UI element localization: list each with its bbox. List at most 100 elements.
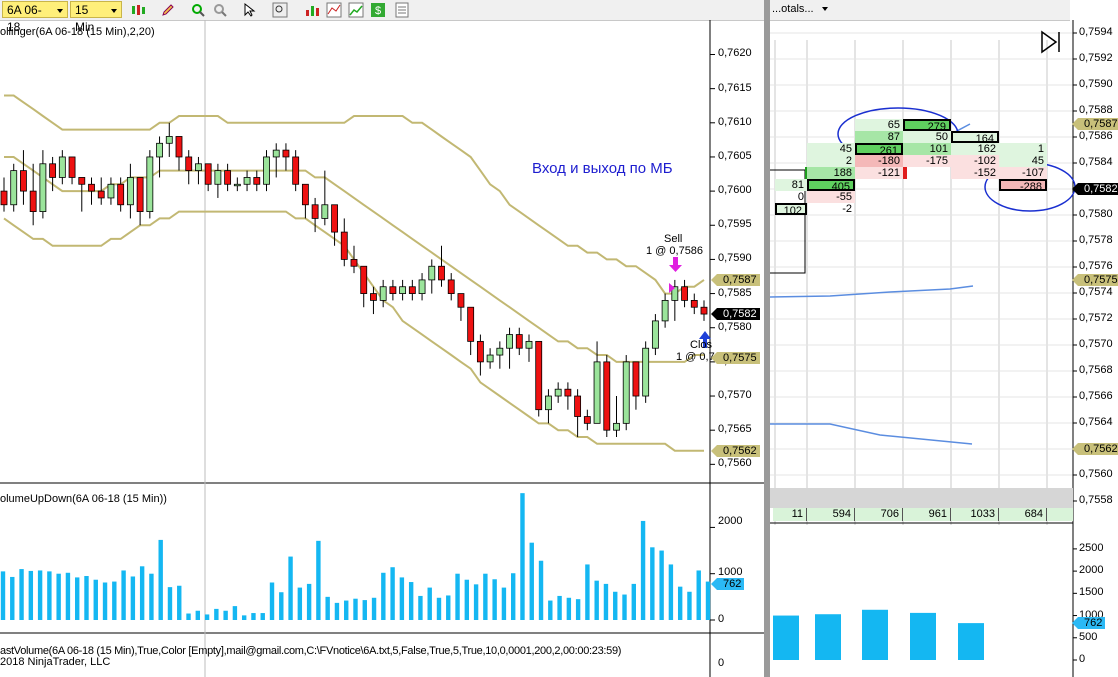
volume-bar — [446, 595, 451, 620]
ladder-axis-label: 0,7592 — [1079, 52, 1113, 64]
ladder-volume-bar — [958, 623, 984, 660]
dollar-icon[interactable]: $ — [370, 2, 386, 18]
candle-body — [224, 170, 232, 185]
candle-body — [117, 183, 125, 206]
volume-bar — [594, 580, 599, 620]
volume-bar — [0, 571, 6, 620]
ladder-cell: 2 — [807, 155, 855, 167]
volume-bar — [613, 591, 618, 620]
candle-body — [681, 286, 688, 301]
volume-bar — [47, 571, 52, 620]
ladder-axis-label: 0,7564 — [1079, 416, 1113, 428]
ladder-axis-label: 0,7560 — [1079, 468, 1113, 480]
ladder-axis-label: 0,7594 — [1079, 26, 1113, 38]
ladder-axis-label: 0,7580 — [1079, 208, 1113, 220]
bar-style-icon[interactable] — [130, 2, 146, 18]
volume-bar — [158, 539, 163, 620]
candle-body — [399, 286, 407, 294]
volume-totals-row: 11 594 706 961 1033 684 — [773, 508, 1073, 521]
candle-body — [651, 320, 659, 349]
price-axis-label: 0,7585 — [718, 286, 752, 299]
candle-body — [263, 156, 270, 185]
svg-text:$: $ — [375, 5, 381, 17]
zoom-out-icon[interactable] — [212, 2, 228, 18]
ladder-cell: -121 — [855, 167, 903, 179]
interval-selector[interactable]: 15 Min — [70, 1, 122, 34]
ladder-volume-axis-label: 1500 — [1079, 586, 1104, 599]
pencil-icon[interactable] — [160, 2, 176, 18]
totals-dropdown[interactable]: ...otals... — [772, 3, 814, 15]
sell-price-label: 1 @ 0,7586 — [646, 245, 704, 257]
ladder-volume-tag: 762 — [1071, 617, 1106, 629]
skip-icon[interactable] — [1041, 30, 1060, 54]
candle-body — [243, 177, 251, 185]
candle-body — [622, 361, 630, 424]
volume-bar — [529, 542, 534, 620]
volume-bar — [37, 570, 43, 620]
volume-bar — [334, 602, 340, 620]
ladder-volume-bar — [910, 612, 936, 660]
properties-icon[interactable] — [394, 2, 410, 18]
indicators-icon[interactable] — [304, 2, 320, 18]
volume-bar — [279, 592, 284, 620]
ladder-cell: 45 — [807, 143, 855, 155]
ladder-axis-label: 0,7572 — [1079, 312, 1113, 324]
candle-body — [661, 299, 669, 322]
ladder-cell: -2 — [842, 203, 852, 215]
volume-bar — [631, 583, 636, 620]
ladder-volume-axis-label: 0 — [1079, 653, 1086, 665]
candle-body — [593, 361, 601, 424]
volume-bar — [10, 576, 15, 620]
volume-indicator-label: olumeUpDown(6A 06-18 (15 Min)) — [0, 493, 167, 505]
candle-body — [156, 142, 163, 158]
chart-toolbar: 6A 06-18 15 Min $ — [0, 0, 764, 34]
volume-total-cell: 11 — [773, 508, 807, 521]
ladder-axis-label: 0,7586 — [1079, 130, 1113, 142]
ladder-axis-label: 0,7576 — [1079, 260, 1113, 272]
volume-bar — [204, 614, 210, 620]
volume-bar — [112, 581, 117, 620]
ladder-volume-bar — [862, 609, 888, 660]
totals-dropdown-arrow-icon[interactable] — [822, 7, 828, 14]
strategies-icon[interactable] — [326, 2, 342, 18]
ladder-cell: 162 — [951, 143, 999, 155]
close-price-label: 1 @ 0,7 — [676, 351, 715, 363]
volume-bar — [316, 540, 321, 620]
volume-bar — [557, 595, 562, 620]
cursor-icon[interactable] — [242, 2, 258, 18]
volume-bar — [418, 595, 423, 620]
zoom-in-icon[interactable] — [190, 2, 206, 18]
price-axis-label: 0,7565 — [718, 423, 752, 436]
volume-bar — [464, 579, 470, 620]
candle-body — [408, 286, 416, 294]
volume-bar — [408, 582, 414, 620]
ladder-price-tag: 0,7562 — [1072, 443, 1118, 455]
candle-body — [165, 136, 173, 144]
instrument-selector[interactable]: 6A 06-18 — [2, 1, 68, 34]
ladder-cell: 102 — [775, 203, 807, 217]
candle-body — [272, 149, 280, 158]
sell-label: Sell — [664, 233, 683, 245]
volume-bar — [214, 608, 219, 620]
ladder-cell: 405 — [807, 179, 855, 193]
chart-icon[interactable] — [348, 2, 364, 18]
ladder-cell: 45 — [999, 155, 1047, 167]
right-panel-header: ...otals... — [770, 0, 1070, 21]
candle-body — [29, 190, 37, 213]
volume-bar — [455, 573, 460, 620]
magnifier-icon[interactable] — [272, 2, 288, 18]
volume-bar — [84, 576, 89, 620]
candle-body — [700, 306, 708, 315]
price-axis-label: 0,7570 — [718, 389, 752, 402]
candle-body — [515, 334, 523, 349]
candle-body — [350, 259, 358, 267]
ladder-cell: 261 — [855, 143, 903, 157]
ladder-volume-bar — [815, 614, 841, 660]
volume-bar — [436, 597, 442, 620]
candle-body — [175, 136, 183, 158]
annotation-text: Вход и выход по МБ — [532, 160, 673, 177]
ladder-volume-axis-label: 500 — [1079, 630, 1098, 643]
candle-body — [136, 177, 144, 212]
candle-body — [195, 163, 202, 172]
candle-body — [447, 279, 455, 294]
